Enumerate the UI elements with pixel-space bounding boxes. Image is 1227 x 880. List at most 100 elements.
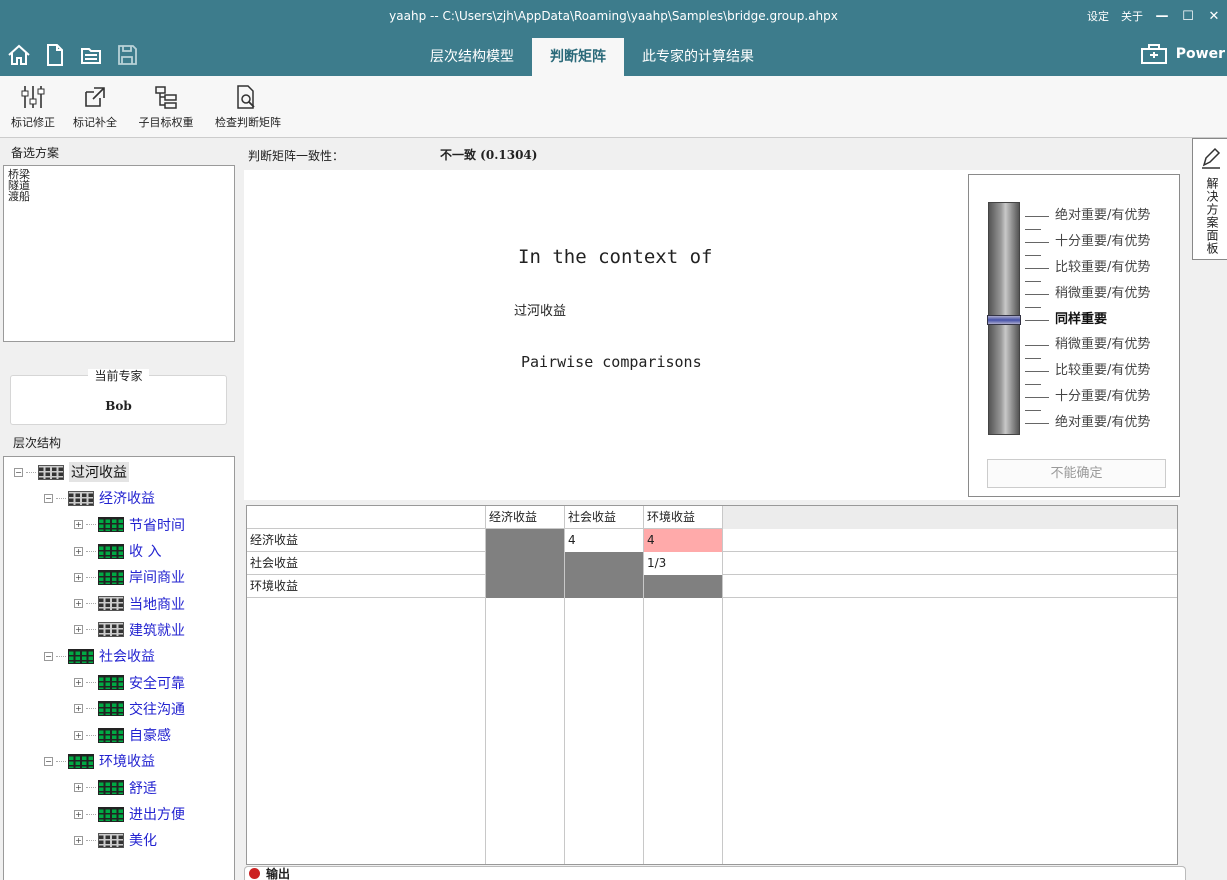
scale-item[interactable]: 同样重要 bbox=[1025, 308, 1170, 334]
hierarchy-tree: − 过河收益 − 经济收益 + 节省时间 + 收 入 + 岸间商业 + 当地商业 + 建筑就业 − 社会收益 +… bbox=[3, 456, 235, 880]
output-panel-header[interactable]: 输出 bbox=[244, 866, 1186, 880]
about-link[interactable]: 关于 bbox=[1121, 8, 1143, 24]
uncertain-button[interactable]: 不能确定 bbox=[987, 459, 1166, 488]
scale-item[interactable]: 稍微重要/有优势 bbox=[1025, 333, 1170, 360]
scale-item-label: 绝对重要/有优势 bbox=[1055, 208, 1151, 223]
scale-item-label: 比较重要/有优势 bbox=[1055, 259, 1151, 275]
expand-icon[interactable]: + bbox=[74, 520, 83, 530]
judgment-matrix-grid: 经济收益 社会收益 环境收益 经济收益 4 4 社会收益 1/3 环境收益 bbox=[246, 505, 1178, 865]
settings-link[interactable]: 设定 bbox=[1087, 8, 1109, 24]
expand-icon[interactable]: + bbox=[74, 546, 83, 556]
tree-node[interactable]: − 经济收益 bbox=[4, 485, 234, 511]
close-button[interactable]: ✕ bbox=[1207, 9, 1221, 24]
expand-icon[interactable]: + bbox=[74, 625, 83, 635]
scale-tick bbox=[1025, 216, 1049, 217]
expand-icon[interactable]: + bbox=[74, 599, 83, 609]
scale-item[interactable]: 十分重要/有优势 bbox=[1025, 385, 1170, 412]
current-expert-name: Bob bbox=[105, 399, 132, 413]
context-node: 过河收益 bbox=[514, 304, 567, 319]
scale-item[interactable]: 比较重要/有优势 bbox=[1025, 256, 1170, 282]
expand-icon[interactable]: + bbox=[74, 835, 83, 845]
matrix-complete-icon bbox=[98, 675, 124, 691]
matrix-row-header: 环境收益 bbox=[250, 579, 299, 593]
matrix-gridline bbox=[564, 506, 565, 864]
subgoal-weight-label: 子目标权重 bbox=[138, 116, 194, 129]
tree-connector bbox=[86, 524, 96, 526]
collapse-icon[interactable]: − bbox=[44, 756, 53, 766]
tree-node[interactable]: + 舒适 bbox=[4, 775, 234, 801]
expand-icon[interactable]: + bbox=[74, 704, 83, 714]
matrix-cell-disabled bbox=[644, 575, 723, 598]
matrix-cell[interactable]: 1/3 bbox=[644, 552, 723, 575]
tree-node-label: 过河收益 bbox=[69, 462, 129, 483]
power-menu[interactable]: Power bbox=[1140, 43, 1225, 65]
tree-node[interactable]: + 当地商业 bbox=[4, 590, 234, 616]
tree-node[interactable]: + 进出方便 bbox=[4, 801, 234, 827]
scale-item[interactable]: 比较重要/有优势 bbox=[1025, 359, 1170, 386]
subgoal-weight-button[interactable]: 子目标权重 bbox=[130, 80, 202, 130]
scale-item[interactable]: 绝对重要/有优势 bbox=[1025, 411, 1170, 437]
matrix-cell[interactable]: 4 bbox=[565, 529, 644, 552]
tree-node[interactable]: − 过河收益 bbox=[4, 459, 234, 485]
side-panel-tab[interactable]: 解决方案面板 bbox=[1192, 138, 1227, 260]
save-icon[interactable] bbox=[114, 42, 140, 68]
tree-node[interactable]: − 社会收益 bbox=[4, 643, 234, 669]
maximize-button[interactable]: ☐ bbox=[1181, 9, 1195, 24]
tab-judgment-matrix[interactable]: 判断矩阵 bbox=[532, 38, 624, 76]
tree-node[interactable]: + 安全可靠 bbox=[4, 669, 234, 695]
matrix-header-row: 经济收益 社会收益 环境收益 bbox=[247, 506, 1177, 529]
matrix-cell[interactable]: 4 bbox=[644, 529, 723, 552]
mark-complete-button[interactable]: 标记补全 bbox=[66, 80, 124, 130]
expand-icon[interactable]: + bbox=[74, 809, 83, 819]
alternative-item[interactable]: 渡船 bbox=[4, 191, 234, 202]
minimize-button[interactable]: — bbox=[1155, 9, 1169, 24]
output-gear-icon bbox=[249, 868, 260, 879]
tree-node[interactable]: + 建筑就业 bbox=[4, 617, 234, 643]
scale-item[interactable]: 稍微重要/有优势 bbox=[1025, 282, 1170, 308]
scale-item[interactable]: 绝对重要/有优势 bbox=[1025, 204, 1170, 230]
collapse-icon[interactable]: − bbox=[44, 651, 53, 661]
tree-node-label: 社会收益 bbox=[99, 649, 155, 666]
matrix-row: 社会收益 1/3 bbox=[247, 552, 1177, 575]
matrix-complete-icon bbox=[68, 753, 94, 769]
open-folder-icon[interactable] bbox=[78, 42, 104, 68]
scale-item[interactable]: 十分重要/有优势 bbox=[1025, 230, 1170, 256]
expand-icon[interactable]: + bbox=[74, 678, 83, 688]
tree-connector bbox=[86, 813, 96, 815]
expand-icon[interactable]: + bbox=[74, 783, 83, 793]
collapse-icon[interactable]: − bbox=[44, 493, 53, 503]
pen-icon bbox=[1202, 147, 1221, 169]
scale-item-label: 十分重要/有优势 bbox=[1055, 389, 1151, 405]
tree-node[interactable]: − 环境收益 bbox=[4, 748, 234, 774]
importance-slider-thumb[interactable] bbox=[987, 314, 1021, 325]
tree-node[interactable]: + 节省时间 bbox=[4, 512, 234, 538]
sliders-icon bbox=[21, 86, 45, 108]
mark-fix-button[interactable]: 标记修正 bbox=[4, 80, 62, 130]
collapse-icon[interactable]: − bbox=[14, 467, 23, 477]
matrix-cell-disabled bbox=[565, 552, 644, 575]
current-expert-group: 当前专家 Bob bbox=[10, 369, 227, 425]
expand-icon[interactable]: + bbox=[74, 730, 83, 740]
tree-node[interactable]: + 收 入 bbox=[4, 538, 234, 564]
scale-item-label: 同样重要 bbox=[1055, 311, 1108, 327]
tab-expert-results[interactable]: 此专家的计算结果 bbox=[624, 38, 772, 76]
expand-icon[interactable]: + bbox=[74, 572, 83, 582]
alternative-item[interactable]: 隧道 bbox=[4, 180, 234, 191]
tree-node[interactable]: + 交往沟通 bbox=[4, 696, 234, 722]
check-matrix-button[interactable]: 检查判断矩阵 bbox=[206, 80, 290, 130]
tree-node[interactable]: + 自豪感 bbox=[4, 722, 234, 748]
scale-tick bbox=[1025, 267, 1049, 269]
alternatives-label: 备选方案 bbox=[11, 146, 60, 160]
matrix-cell-disabled bbox=[486, 575, 565, 598]
matrix-gridline bbox=[643, 506, 644, 864]
importance-scale-panel: 绝对重要/有优势 十分重要/有优势 比较重要/有优势 稍微重要/有优势 同样重要 稍微重要… bbox=[968, 174, 1180, 497]
tree-node[interactable]: + 岸间商业 bbox=[4, 564, 234, 590]
alternative-item[interactable]: 桥梁 bbox=[4, 169, 234, 180]
new-file-icon[interactable] bbox=[42, 42, 68, 68]
tree-node[interactable]: + 美化 bbox=[4, 827, 234, 853]
tab-hierarchy-model[interactable]: 层次结构模型 bbox=[412, 38, 532, 76]
home-icon[interactable] bbox=[6, 42, 32, 68]
tree-connector bbox=[86, 708, 96, 710]
matrix-complete-icon bbox=[68, 648, 94, 664]
tree-node-label: 交往沟通 bbox=[129, 701, 185, 718]
